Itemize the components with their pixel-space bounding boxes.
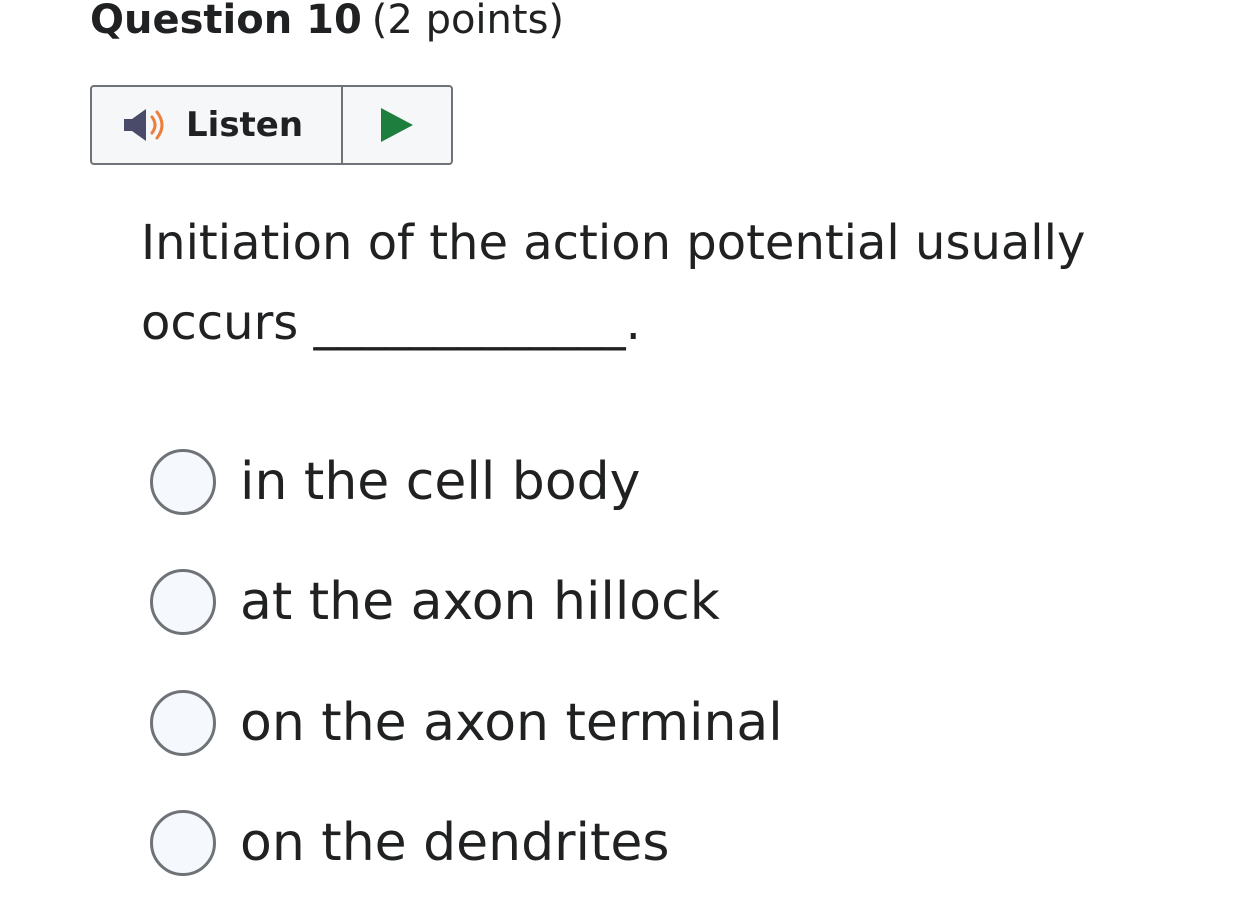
question-number: Question 10 (90, 0, 362, 43)
play-button[interactable] (343, 87, 451, 163)
listen-button[interactable]: Listen (92, 87, 341, 163)
radio-button[interactable] (150, 810, 216, 876)
play-icon (381, 108, 413, 142)
listen-label: Listen (186, 105, 304, 145)
option-label: on the axon terminal (240, 693, 783, 753)
option-label: at the axon hillock (240, 572, 720, 632)
radio-button[interactable] (150, 449, 216, 515)
question-text: Initiation of the action potential usual… (141, 215, 1086, 351)
radio-button[interactable] (150, 690, 216, 756)
question-header: Question 10 (2 points) (90, 0, 564, 48)
option-on-the-axon-terminal[interactable]: on the axon terminal (150, 688, 783, 758)
option-at-the-axon-hillock[interactable]: at the axon hillock (150, 567, 720, 637)
option-label: on the dendrites (240, 813, 670, 873)
radio-button[interactable] (150, 569, 216, 635)
question-points: (2 points) (371, 0, 565, 43)
option-on-the-dendrites[interactable]: on the dendrites (150, 808, 669, 878)
option-in-the-cell-body[interactable]: in the cell body (150, 447, 640, 517)
speaker-icon (122, 105, 176, 145)
option-label: in the cell body (240, 452, 641, 512)
listen-control: Listen (90, 85, 453, 165)
